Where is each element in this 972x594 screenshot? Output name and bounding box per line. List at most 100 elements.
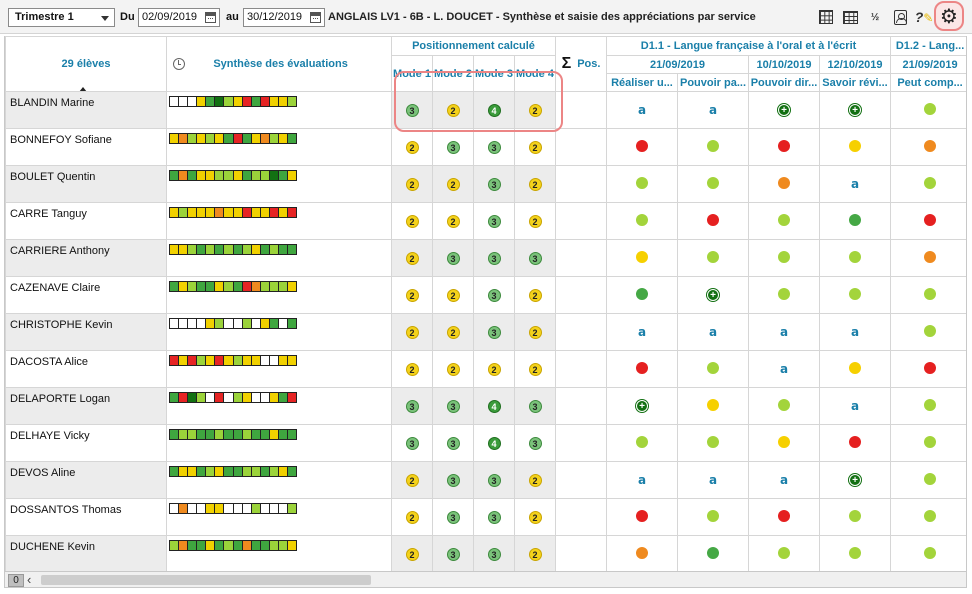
criterion-cell[interactable]: a [748,313,820,351]
mode-cell[interactable]: 2 [391,461,433,499]
criterion-cell[interactable] [606,165,678,203]
table-row[interactable]: CHRISTOPHE Kevin 2 2 3 2 a a a a [5,313,966,351]
pos-cell[interactable] [555,535,607,571]
evaluation-summary[interactable] [166,239,392,277]
mode-cell[interactable]: 3 [432,535,474,571]
criterion-cell[interactable]: a [606,313,678,351]
criterion-cell[interactable] [606,128,678,166]
criterion-cell[interactable] [818,128,892,166]
criterion-cell[interactable]: + [606,387,678,425]
criterion-header[interactable]: Savoir révi... [818,73,892,92]
criterion-cell[interactable] [818,535,892,571]
criterion-header[interactable]: Pouvoir pa... [677,73,749,92]
evaluation-summary[interactable] [166,387,392,425]
mode-cell[interactable]: 3 [473,461,515,499]
student-name[interactable]: DACOSTA Alice [5,350,167,388]
table-row[interactable]: DEVOS Aline 2 3 3 2 a a a + [5,461,966,499]
pos-cell[interactable] [555,165,607,203]
scroll-left-icon[interactable]: ‹ [27,572,31,588]
criterion-cell[interactable] [606,202,678,240]
criterion-header[interactable]: Réaliser u... [606,73,678,92]
mode-cell[interactable]: 2 [432,276,474,314]
criterion-cell[interactable]: a [818,313,892,351]
criterion-header[interactable]: Pouvoir dir... [748,73,820,92]
criterion-cell[interactable]: + [818,91,892,129]
mode-header[interactable]: Mode 4 [514,55,556,92]
criterion-cell[interactable]: a [818,165,892,203]
mode-cell[interactable]: 4 [473,387,515,425]
criterion-cell[interactable]: a [818,387,892,425]
criterion-cell[interactable] [606,239,678,277]
criterion-cell[interactable] [606,350,678,388]
criterion-cell[interactable] [890,239,966,277]
table-row[interactable]: BONNEFOY Sofiane 2 3 3 2 [5,128,966,166]
evaluation-summary[interactable] [166,461,392,499]
pos-cell[interactable] [555,276,607,314]
mode-cell[interactable]: 2 [514,461,556,499]
evaluation-summary[interactable] [166,165,392,203]
mode-cell[interactable]: 3 [514,424,556,462]
table-row[interactable]: DUCHENE Kevin 2 3 3 2 [5,535,966,571]
criterion-cell[interactable] [606,424,678,462]
table-row[interactable]: BLANDIN Marine 3 2 4 2 a a + + [5,91,966,129]
mode-cell[interactable]: 2 [514,165,556,203]
mode-cell[interactable]: 2 [514,498,556,536]
mode-header[interactable]: Mode 2 [432,55,474,92]
mode-cell[interactable]: 2 [391,276,433,314]
mode-cell[interactable]: 3 [432,239,474,277]
criterion-cell[interactable] [677,424,749,462]
mode-cell[interactable]: 3 [473,239,515,277]
settings-button[interactable]: ⚙ [934,1,964,31]
criterion-cell[interactable]: + [818,461,892,499]
mode-cell[interactable]: 2 [514,91,556,129]
student-name[interactable]: DEVOS Aline [5,461,167,499]
criterion-header[interactable]: Peut comp... [890,73,966,92]
criterion-cell[interactable] [818,498,892,536]
criterion-cell[interactable] [890,387,966,425]
mode-cell[interactable]: 2 [432,313,474,351]
criterion-cell[interactable] [890,498,966,536]
pos-cell[interactable] [555,239,607,277]
evaluation-summary[interactable] [166,350,392,388]
pos-cell[interactable] [555,350,607,388]
criterion-cell[interactable] [677,498,749,536]
criterion-cell[interactable]: a [748,461,820,499]
mode-cell[interactable]: 2 [514,350,556,388]
mode-cell[interactable]: 2 [391,165,433,203]
student-name[interactable]: BONNEFOY Sofiane [5,128,167,166]
mode-header[interactable]: Mode 3 [473,55,515,92]
criterion-cell[interactable] [890,202,966,240]
mode-cell[interactable]: 2 [432,202,474,240]
student-name[interactable]: DELAPORTE Logan [5,387,167,425]
student-name[interactable]: DUCHENE Kevin [5,535,167,571]
mode-cell[interactable]: 3 [473,313,515,351]
criterion-cell[interactable] [677,535,749,571]
criterion-cell[interactable] [818,239,892,277]
evaluation-summary[interactable] [166,535,392,571]
criterion-cell[interactable] [748,239,820,277]
criterion-cell[interactable] [677,387,749,425]
mode-cell[interactable]: 3 [514,387,556,425]
criterion-cell[interactable] [890,165,966,203]
evaluation-summary[interactable] [166,424,392,462]
mode-cell[interactable]: 2 [514,128,556,166]
criterion-cell[interactable] [890,276,966,314]
mode-cell[interactable]: 3 [432,498,474,536]
pos-cell[interactable] [555,202,607,240]
mode-cell[interactable]: 2 [432,91,474,129]
pos-cell[interactable] [555,128,607,166]
criterion-cell[interactable]: a [606,91,678,129]
synthesis-header[interactable]: Synthèse des évaluations [166,36,392,92]
mode-cell[interactable]: 2 [473,350,515,388]
criterion-cell[interactable] [677,239,749,277]
mode-cell[interactable]: 3 [432,424,474,462]
criterion-cell[interactable] [677,128,749,166]
criterion-cell[interactable] [818,424,892,462]
half-button[interactable]: ½ [865,7,885,27]
criterion-cell[interactable] [890,424,966,462]
mode-cell[interactable]: 2 [514,313,556,351]
criterion-cell[interactable] [606,535,678,571]
criterion-cell[interactable]: a [606,461,678,499]
criterion-cell[interactable] [677,165,749,203]
criterion-cell[interactable] [748,202,820,240]
